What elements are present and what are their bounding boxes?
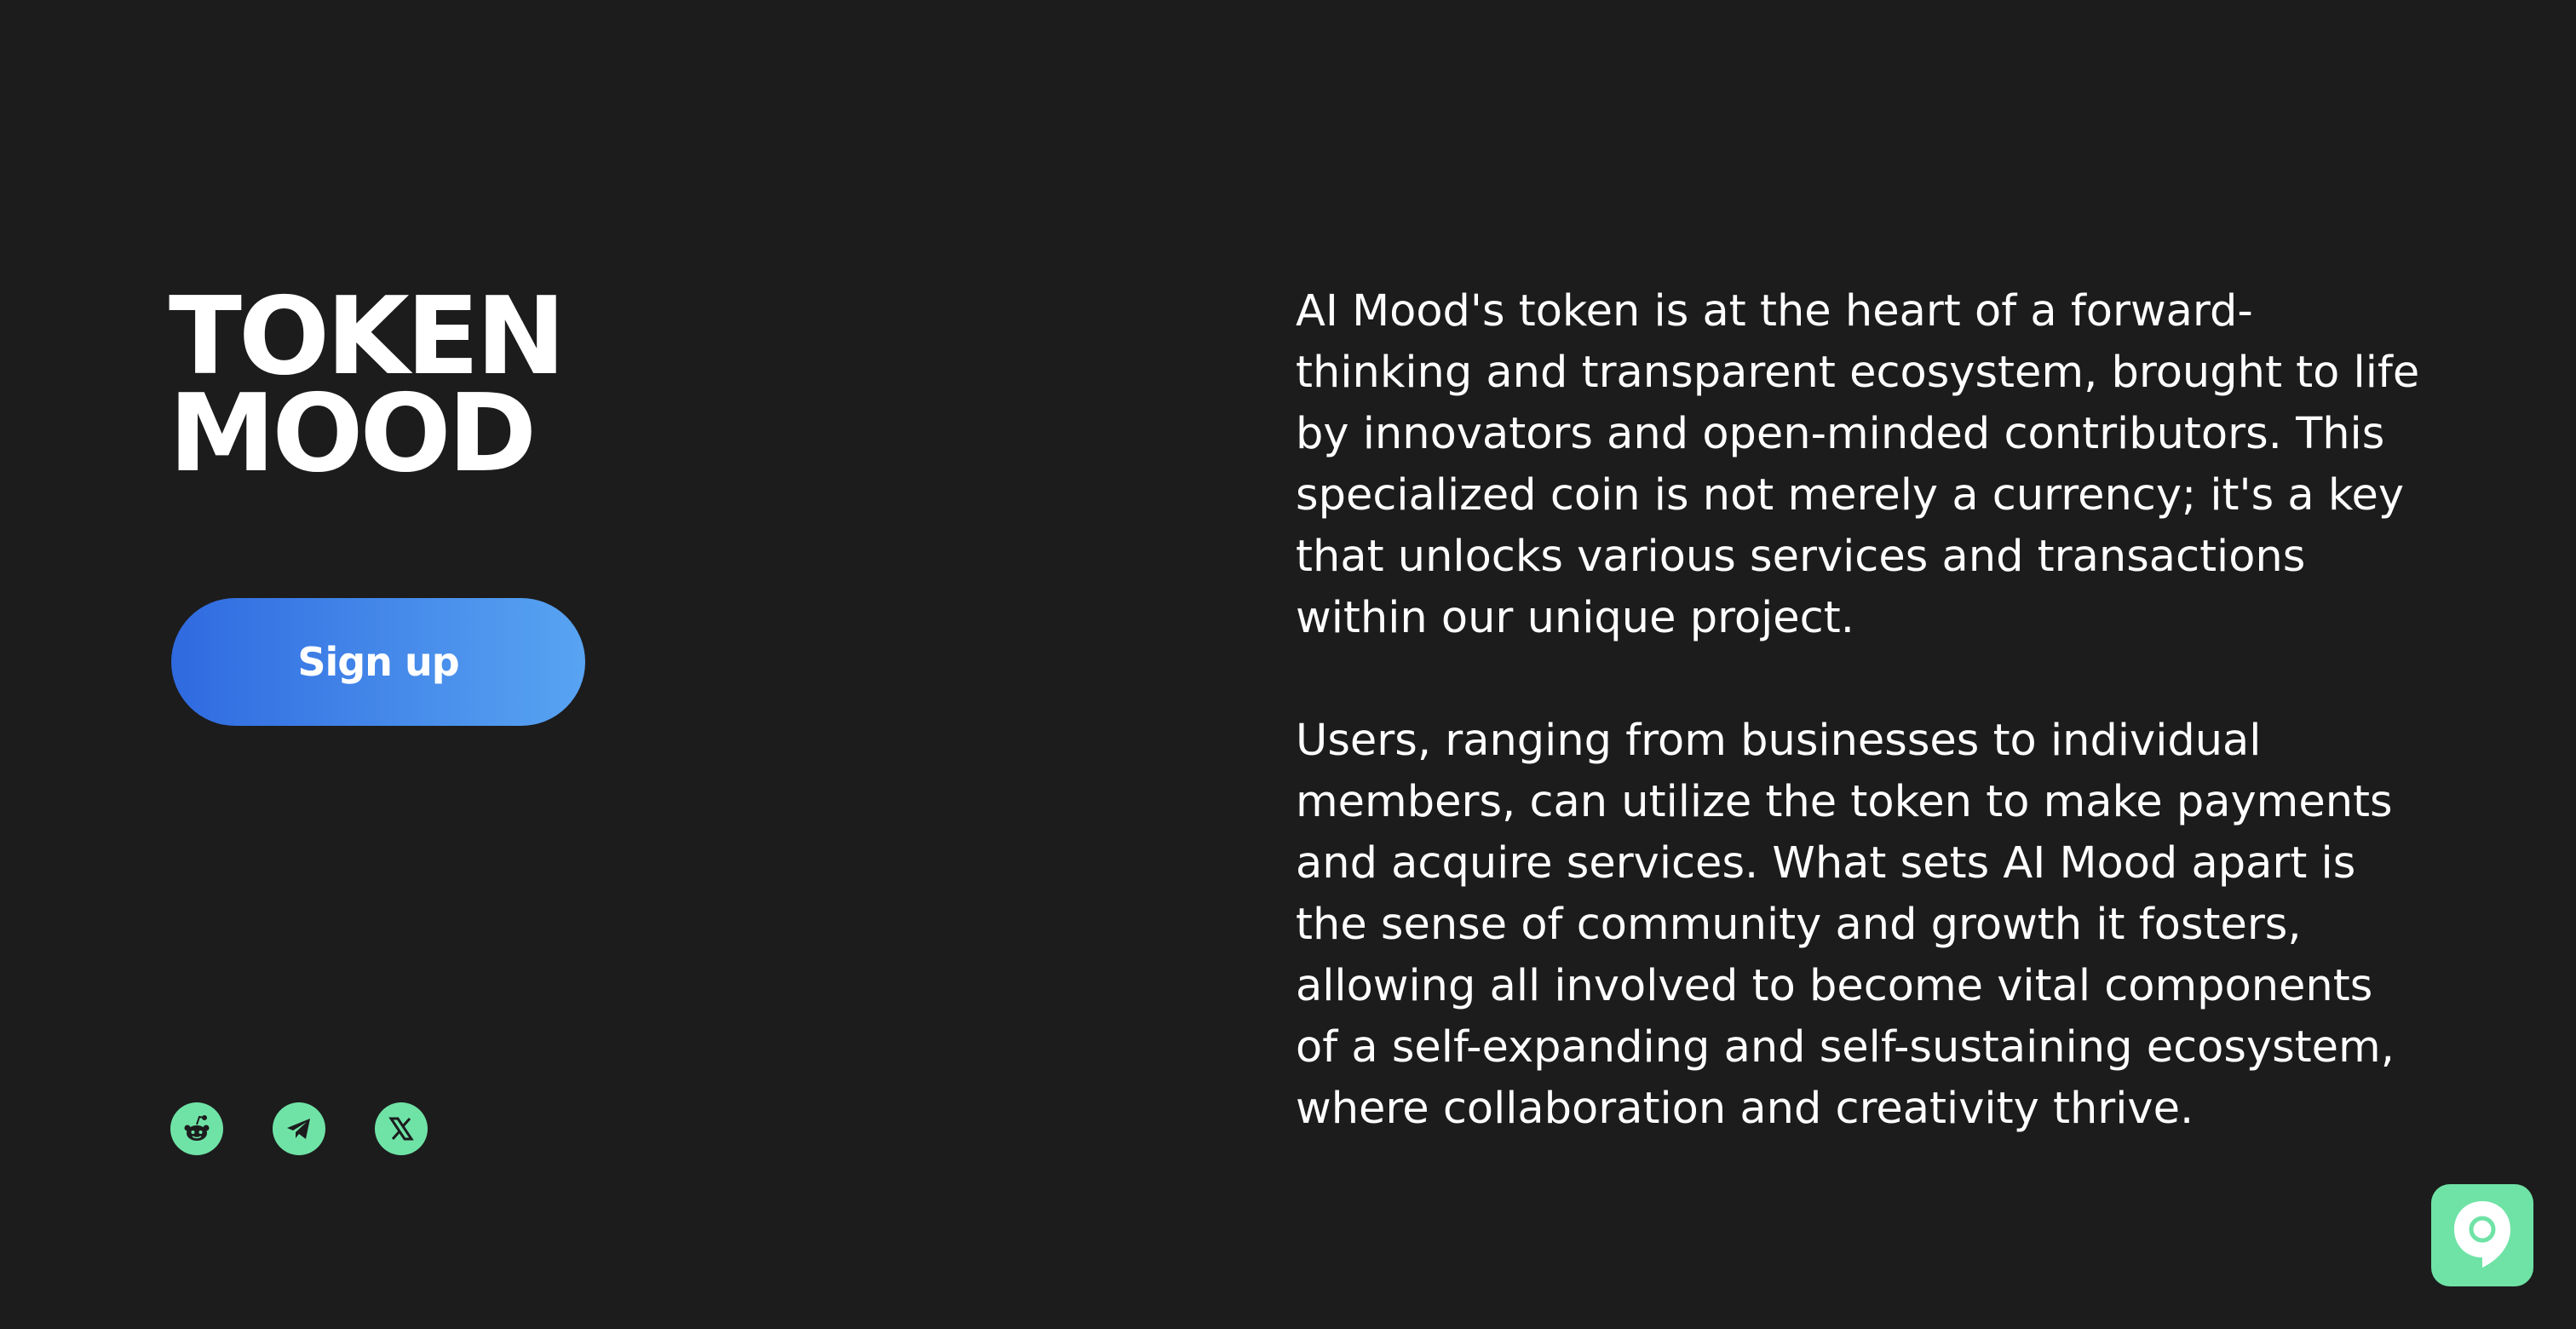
social-links bbox=[170, 1102, 428, 1155]
chat-widget-button[interactable] bbox=[2431, 1184, 2533, 1286]
reddit-icon bbox=[180, 1112, 214, 1146]
reddit-link[interactable] bbox=[170, 1102, 223, 1155]
page-title: TOKEN MOOD bbox=[169, 273, 566, 496]
x-icon bbox=[386, 1113, 417, 1144]
description-paragraph-2: Users, ranging from businesses to indivi… bbox=[1296, 716, 2395, 1134]
telegram-link[interactable] bbox=[273, 1102, 325, 1155]
token-description: AI Mood's token is at the heart of a for… bbox=[1296, 281, 2420, 1201]
description-paragraph-1: AI Mood's token is at the heart of a for… bbox=[1296, 286, 2420, 643]
x-link[interactable] bbox=[375, 1102, 428, 1155]
chat-bubble-icon bbox=[2450, 1198, 2515, 1274]
signup-button[interactable]: Sign up bbox=[171, 598, 585, 726]
telegram-icon bbox=[284, 1113, 314, 1144]
